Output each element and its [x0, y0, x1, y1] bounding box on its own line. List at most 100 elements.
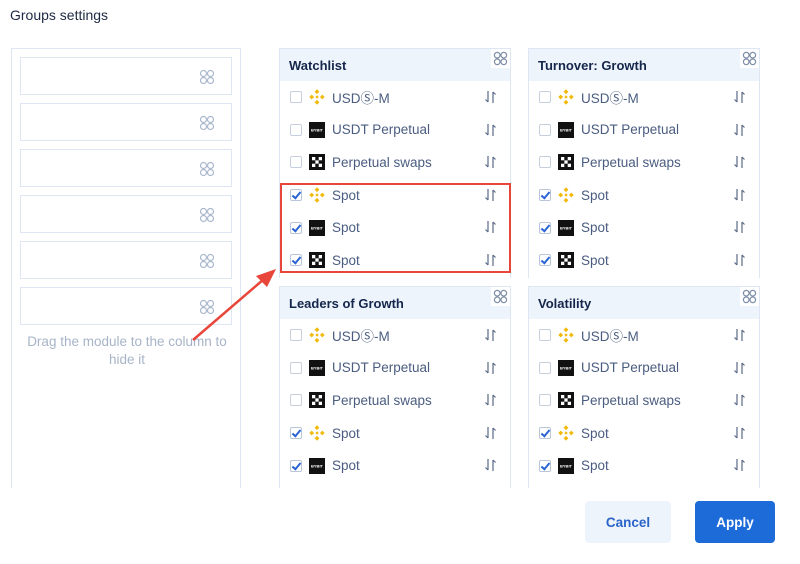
group-item-row[interactable]: Perpetual swaps	[529, 384, 759, 417]
item-checkbox[interactable]	[290, 123, 302, 136]
group-item-row[interactable]: Perpetual swaps	[529, 146, 759, 179]
sort-arrows-icon[interactable]	[733, 90, 747, 109]
okx-logo-icon	[309, 154, 325, 171]
group-card-header[interactable]: Volatility	[529, 287, 759, 319]
sort-arrows-icon[interactable]	[733, 155, 747, 174]
item-label: Perpetual swaps	[332, 392, 432, 408]
sort-arrows-icon[interactable]	[733, 458, 747, 477]
hidden-module-slot[interactable]	[20, 149, 232, 187]
item-checkbox[interactable]	[290, 91, 302, 104]
item-checkbox[interactable]	[539, 156, 551, 169]
group-item-row[interactable]: Spot	[280, 417, 510, 450]
group-item-row[interactable]: Spot	[529, 244, 759, 277]
drag-handle-icon[interactable]	[199, 115, 215, 136]
item-checkbox[interactable]	[539, 361, 551, 374]
drag-handle-icon[interactable]	[740, 49, 759, 68]
group-item-row[interactable]: BYBIT Spot	[280, 211, 510, 244]
group-item-row[interactable]: USDⓈ-M	[529, 81, 759, 114]
group-card-turnover-growth[interactable]: Turnover: Growth USDⓈ-M BYBIT USDT Perpe…	[528, 48, 760, 278]
group-item-row[interactable]: BYBIT USDT Perpetual	[280, 352, 510, 385]
sort-arrows-icon[interactable]	[484, 188, 498, 207]
item-checkbox[interactable]	[290, 221, 302, 234]
sort-arrows-icon[interactable]	[733, 361, 747, 380]
drag-handle-icon[interactable]	[740, 287, 759, 306]
item-label: Spot	[332, 458, 360, 474]
binance-logo-icon	[558, 327, 574, 344]
drag-handle-icon[interactable]	[491, 49, 510, 68]
item-checkbox[interactable]	[290, 189, 302, 202]
group-item-row[interactable]: BYBIT USDT Perpetual	[529, 114, 759, 147]
bybit-logo-icon: BYBIT	[558, 219, 574, 236]
group-item-row[interactable]: USDⓈ-M	[280, 81, 510, 114]
drag-handle-icon[interactable]	[199, 69, 215, 90]
sort-arrows-icon[interactable]	[484, 458, 498, 477]
hidden-module-slot[interactable]	[20, 57, 232, 95]
group-card-header[interactable]: Watchlist	[280, 49, 510, 81]
group-item-row[interactable]: Spot	[529, 417, 759, 450]
hidden-module-slot[interactable]	[20, 103, 232, 141]
sort-arrows-icon[interactable]	[733, 426, 747, 445]
group-item-row[interactable]: BYBIT Spot	[280, 449, 510, 482]
sort-arrows-icon[interactable]	[484, 155, 498, 174]
item-checkbox[interactable]	[539, 459, 551, 472]
hidden-modules-column[interactable]: Drag the module to the column to hide it	[11, 48, 241, 488]
group-item-row[interactable]: USDⓈ-M	[280, 319, 510, 352]
bybit-logo-icon: BYBIT	[309, 359, 325, 376]
group-item-row[interactable]: BYBIT Spot	[529, 449, 759, 482]
group-item-row[interactable]: Perpetual swaps	[280, 384, 510, 417]
item-checkbox[interactable]	[539, 394, 551, 407]
group-item-row[interactable]: Spot	[529, 179, 759, 212]
item-checkbox[interactable]	[290, 394, 302, 407]
sort-arrows-icon[interactable]	[484, 253, 498, 272]
binance-logo-icon	[309, 425, 325, 441]
apply-button[interactable]: Apply	[695, 501, 775, 543]
drag-handle-icon[interactable]	[199, 299, 215, 320]
drag-handle-icon[interactable]	[199, 207, 215, 228]
sort-arrows-icon[interactable]	[484, 220, 498, 239]
item-checkbox[interactable]	[539, 329, 551, 342]
sort-arrows-icon[interactable]	[733, 220, 747, 239]
item-checkbox[interactable]	[290, 156, 302, 169]
group-item-row[interactable]: USDⓈ-M	[529, 319, 759, 352]
sort-arrows-icon[interactable]	[733, 393, 747, 412]
group-card-leaders-of-growth[interactable]: Leaders of Growth USDⓈ-M BYBIT USDT Perp…	[279, 286, 511, 488]
group-item-row[interactable]: Perpetual swaps	[280, 146, 510, 179]
item-checkbox[interactable]	[290, 329, 302, 342]
sort-arrows-icon[interactable]	[484, 123, 498, 142]
item-checkbox[interactable]	[539, 91, 551, 104]
sort-arrows-icon[interactable]	[484, 328, 498, 347]
item-checkbox[interactable]	[539, 221, 551, 234]
item-checkbox[interactable]	[290, 361, 302, 374]
drag-handle-icon[interactable]	[199, 253, 215, 274]
item-checkbox[interactable]	[539, 427, 551, 440]
hidden-module-slot[interactable]	[20, 195, 232, 233]
group-item-row[interactable]: BYBIT USDT Perpetual	[280, 114, 510, 147]
sort-arrows-icon[interactable]	[733, 188, 747, 207]
hidden-module-slot[interactable]	[20, 241, 232, 279]
item-checkbox[interactable]	[539, 123, 551, 136]
item-checkbox[interactable]	[290, 459, 302, 472]
group-card-header[interactable]: Leaders of Growth	[280, 287, 510, 319]
sort-arrows-icon[interactable]	[733, 253, 747, 272]
sort-arrows-icon[interactable]	[733, 328, 747, 347]
group-card-header[interactable]: Turnover: Growth	[529, 49, 759, 81]
cancel-button[interactable]: Cancel	[585, 501, 671, 543]
item-checkbox[interactable]	[290, 427, 302, 440]
group-item-row[interactable]: Spot	[280, 244, 510, 277]
group-item-row[interactable]: BYBIT USDT Perpetual	[529, 352, 759, 385]
group-item-row[interactable]: BYBIT Spot	[529, 211, 759, 244]
sort-arrows-icon[interactable]	[484, 361, 498, 380]
group-card-volatility[interactable]: Volatility USDⓈ-M BYBIT USDT Perpetual P…	[528, 286, 760, 488]
sort-arrows-icon[interactable]	[484, 393, 498, 412]
hidden-module-slot[interactable]	[20, 287, 232, 325]
item-checkbox[interactable]	[539, 254, 551, 267]
drag-handle-icon[interactable]	[199, 161, 215, 182]
item-checkbox[interactable]	[290, 254, 302, 267]
item-checkbox[interactable]	[539, 189, 551, 202]
sort-arrows-icon[interactable]	[484, 426, 498, 445]
sort-arrows-icon[interactable]	[484, 90, 498, 109]
sort-arrows-icon[interactable]	[733, 123, 747, 142]
drag-handle-icon[interactable]	[491, 287, 510, 306]
group-card-watchlist[interactable]: Watchlist USDⓈ-M BYBIT USDT Perpetual Pe…	[279, 48, 511, 278]
group-item-row[interactable]: Spot	[280, 179, 510, 212]
